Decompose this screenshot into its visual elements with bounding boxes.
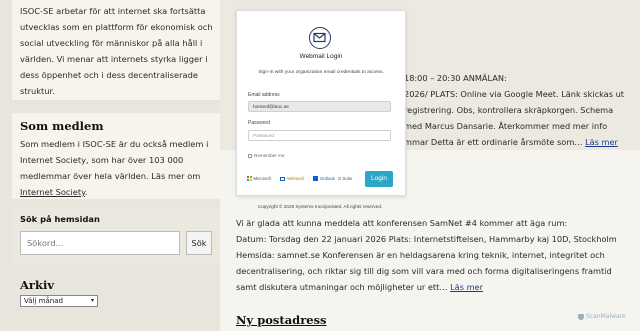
intro-line: världen. Vi menar att internets styrka l… [20,54,208,64]
webmail-label: Webmail [287,176,304,181]
webmail-icon [280,176,285,181]
shield-icon [578,313,584,320]
modal-subtitle: Sign-in with your organization email cre… [258,70,384,75]
post-line: samt diskutera utmaningar och möjlighete… [236,282,448,292]
post-line: Datum: Torsdag den 22 januari 2026 Plats… [236,234,617,244]
microsoft-icon [247,176,252,181]
intro-line: social utveckling för människor på alla … [20,38,203,48]
post-text-upper: 18:00 – 20:30 ANMÄLAN: 2026/ PLATS: Onli… [404,70,624,150]
member-line: Som medlem i ISOC-SE är du också medlem … [20,139,209,149]
gsuite-logo: G Suite [338,176,352,181]
member-line: Internet Society, som har över 103 000 [20,155,184,165]
search-title: Sök på hemsidan [20,214,100,224]
webmail-logo: Webmail [280,176,304,181]
intro-line: dess öppenhet och i dess decentraliserad… [20,70,198,80]
login-button[interactable]: Login [365,171,393,187]
member-box: Som medlem Som medlem i ISOC-SE är du oc… [12,113,220,199]
webmail-login-modal: Webmail Login Sign-in with your organiza… [236,10,406,196]
archive-title: Arkiv [20,278,55,292]
intro-text: ISOC-SE arbetar för att internet ska for… [20,3,213,99]
post-line: Hemsida: samnet.se Konferensen är en hel… [236,250,605,260]
post-text-lower: Vi är glada att kunna meddela att konfer… [236,215,617,295]
watermark-text: ScanMalware [586,313,626,320]
intro-line: struktur. [20,86,55,96]
gsuite-label: G Suite [338,176,353,181]
member-title: Som medlem [20,119,104,133]
intro-line: ISOC-SE arbetar för att internet ska for… [20,6,206,16]
outlook-icon [313,176,318,181]
post-heading-link[interactable]: Ny postadress [236,313,327,327]
email-field[interactable]: homeof@isoc.se [248,101,391,112]
post-line: Vi är glada att kunna meddela att konfer… [236,218,568,228]
intro-box: ISOC-SE arbetar för att internet ska for… [12,0,220,100]
post-line: 18:00 – 20:30 ANMÄLAN: [404,73,507,83]
outlook-label: Outlook [320,176,335,181]
envelope-icon [309,27,331,49]
post-line: 2026/ PLATS: Online via Google Meet. Län… [404,89,624,99]
member-text: Som medlem i ISOC-SE är du också medlem … [20,136,208,200]
remember-label: Remember me [254,153,285,158]
email-label: Email address [248,92,280,98]
archive-select[interactable]: Välj månad ▾ [20,295,98,307]
search-button[interactable]: Sök [186,231,212,255]
post-line: mmar Detta är ett ordinarie årsmöte som… [404,137,583,147]
password-label: Password [248,120,270,126]
password-field[interactable]: Password [248,130,391,141]
sidebar: ISOC-SE arbetar för att internet ska for… [0,0,220,331]
read-more-link[interactable]: Läs mer [450,282,483,292]
microsoft-logo: Microsoft [247,176,271,181]
post-line: med Marcus Dansarie. Återkommer med mer … [404,121,608,131]
watermark: ScanMalware [578,313,626,320]
search-input[interactable]: Sökord... [20,231,180,255]
intro-line: utvecklas som en plattform för ekonomisk… [20,22,213,32]
chevron-down-icon: ▾ [90,297,94,304]
post-line: decentralisering, och riktar sig till di… [236,266,612,276]
member-line: medlemmar över hela världen. Läs mer om [20,171,201,181]
modal-copyright: Copyright © 2026 Systems Incorporated. A… [257,204,383,209]
modal-title: Webmail Login [299,53,343,60]
outlook-logo: Outlook [313,176,335,181]
remember-checkbox[interactable] [248,154,252,158]
search-box: Sök på hemsidan Sökord... Sök [12,207,220,263]
internet-society-link[interactable]: Internet Society [20,187,85,197]
post-line: registrering. Obs, kontrollera skräpkorg… [404,105,614,115]
member-link-suffix: . [84,187,88,197]
read-more-link[interactable]: Läs mer [585,137,618,147]
archive-select-value: Välj månad [24,297,63,305]
microsoft-label: Microsoft [253,176,271,181]
